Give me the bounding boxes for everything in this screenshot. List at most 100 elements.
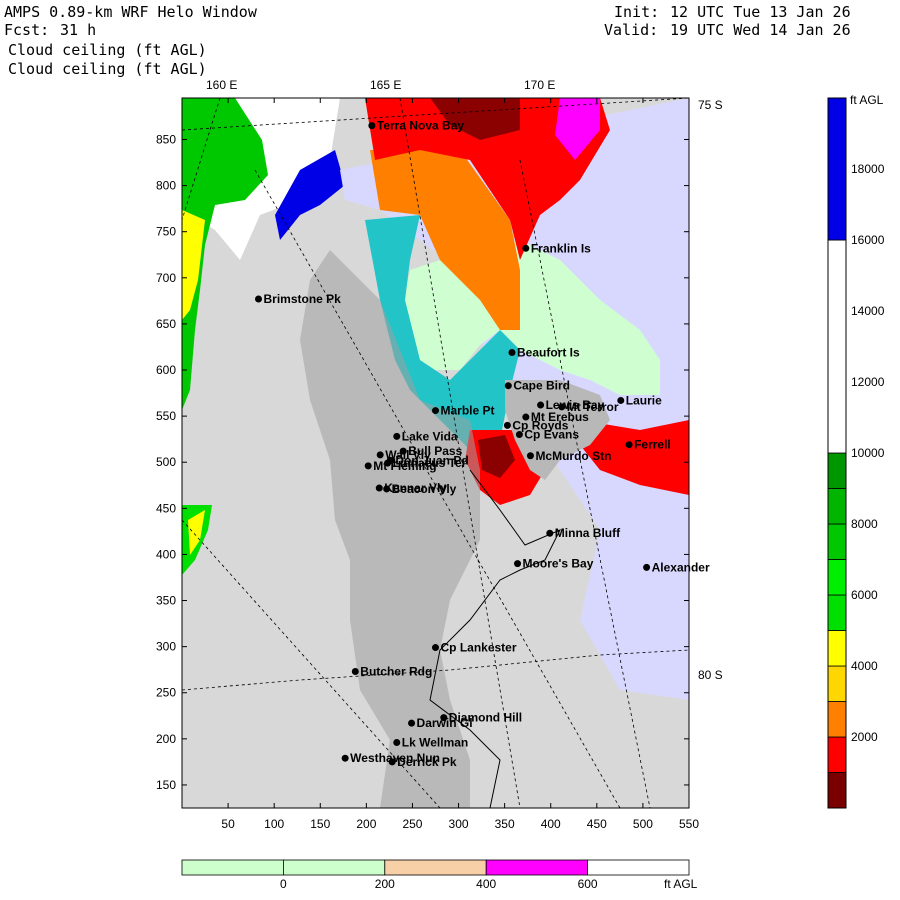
colorbar-band — [827, 488, 847, 525]
colorbar-band — [384, 859, 487, 876]
place-dot — [408, 719, 416, 727]
place-label: Derrick Pk — [397, 755, 457, 769]
colorbar-band — [827, 559, 847, 596]
place-label: Marble Pt — [441, 404, 495, 418]
place-dot — [514, 560, 522, 568]
colorbar-right-label: 10000 — [851, 446, 885, 460]
place-label: Brimstone Pk — [264, 292, 342, 306]
lon-label-165: 165 E — [370, 78, 401, 92]
place-dot — [508, 348, 516, 356]
place-dot — [364, 462, 372, 470]
lon-label-170: 170 E — [524, 78, 555, 92]
lat-label-80: 80 S — [698, 668, 723, 682]
place-label: Lk Wellman — [402, 736, 468, 750]
place-dot — [255, 295, 263, 303]
y-tick-label: 850 — [156, 132, 176, 146]
place-label: Mt Erebus — [531, 410, 589, 424]
colorbar-right-label: 8000 — [851, 517, 878, 531]
y-tick-label: 500 — [156, 455, 176, 469]
colorbar-band — [282, 859, 386, 876]
place-dot — [432, 407, 439, 415]
colorbar-right-label: 18000 — [851, 162, 885, 176]
y-tick-label: 750 — [156, 225, 176, 239]
place-dot — [625, 441, 633, 449]
place-label: McMurdo Stn — [535, 449, 611, 463]
y-tick-label: 550 — [156, 409, 176, 423]
x-tick-label: 250 — [402, 817, 422, 831]
colorbar-band — [827, 594, 847, 631]
x-tick-label: 400 — [541, 817, 561, 831]
place-label: Terra Nova Bay — [377, 119, 464, 133]
x-tick-label: 150 — [310, 817, 330, 831]
colorbar-bottom-unit: ft AGL — [664, 877, 698, 891]
colorbar-band — [827, 772, 847, 809]
colorbar-right-label: 16000 — [851, 233, 885, 247]
y-tick-label: 650 — [156, 317, 176, 331]
y-tick-label: 200 — [156, 732, 176, 746]
place-dot — [368, 122, 376, 130]
colorbar-bottom-label: 600 — [578, 877, 598, 891]
colorbar-right-label: 2000 — [851, 730, 878, 744]
place-dot — [388, 758, 396, 766]
colorbar-band — [827, 97, 847, 241]
place-label: Cp Lankester — [441, 641, 517, 655]
place-dot — [383, 485, 391, 493]
place-dot — [515, 431, 523, 439]
place-dot — [341, 754, 349, 762]
colorbar-band — [827, 523, 847, 560]
place-dot — [393, 739, 401, 747]
colorbar-bottom-label: 400 — [476, 877, 496, 891]
place-dot — [393, 432, 401, 440]
colorbar-band — [827, 701, 847, 738]
colorbar-bottom: 0 200 400 600 — [181, 859, 690, 891]
colorbar-right-label: 14000 — [851, 304, 885, 318]
colorbar-band — [485, 859, 589, 876]
place-label: Lake Vida — [402, 429, 458, 443]
lon-label-160: 160 E — [206, 78, 237, 92]
place-dot — [384, 459, 392, 467]
place-dot — [376, 451, 384, 459]
place-label: Moore's Bay — [523, 557, 594, 571]
colorbar-band — [827, 630, 847, 667]
place-label: Beaufort Is — [517, 345, 580, 359]
x-tick-label: 50 — [221, 817, 235, 831]
place-label: Butcher Rdg — [360, 665, 432, 679]
colorbar-band — [181, 859, 284, 876]
colorbar-right-unit: ft AGL — [850, 93, 884, 107]
place-dot — [351, 668, 359, 676]
place-dot — [522, 244, 530, 252]
x-tick-label: 350 — [495, 817, 515, 831]
x-tick-label: 450 — [587, 817, 607, 831]
place-label: Laurie — [626, 393, 662, 407]
x-tick-label: 300 — [449, 817, 469, 831]
colorbar-band — [587, 859, 690, 876]
y-tick-label: 350 — [156, 594, 176, 608]
place-label: Alexander — [652, 560, 710, 574]
x-tick-label: 100 — [264, 817, 284, 831]
place-label: Franklin Is — [531, 241, 591, 255]
colorbar-band — [827, 736, 847, 773]
y-tick-label: 800 — [156, 179, 176, 193]
y-tick-label: 400 — [156, 547, 176, 561]
colorbar-right-label: 4000 — [851, 659, 878, 673]
place-label: Minna Bluff — [555, 526, 621, 540]
colorbar-band — [827, 239, 847, 454]
colorbar-right: 18000 16000 14000 12000 10000 8000 6000 4000 200… — [827, 97, 885, 809]
colorbar-band — [827, 452, 847, 489]
map-figure: 50 100 150 200 250 300 350 400 450 500 550 850 800 75… — [156, 78, 885, 891]
place-dot — [504, 382, 512, 390]
x-tick-label: 550 — [679, 817, 699, 831]
place-label: Beacon Vly — [392, 482, 457, 496]
place-dot — [522, 413, 530, 421]
place-dot — [537, 401, 545, 409]
x-tick-label: 500 — [633, 817, 653, 831]
colorbar-bottom-label: 0 — [280, 877, 287, 891]
y-tick-label: 150 — [156, 778, 176, 792]
colorbar-band — [827, 665, 847, 702]
place-dot — [643, 563, 651, 571]
place-label: Darwin Gl — [417, 716, 473, 730]
y-tick-label: 250 — [156, 686, 176, 700]
colorbar-right-label: 12000 — [851, 375, 885, 389]
lat-label-75: 75 S — [698, 98, 723, 112]
y-tick-label: 700 — [156, 271, 176, 285]
